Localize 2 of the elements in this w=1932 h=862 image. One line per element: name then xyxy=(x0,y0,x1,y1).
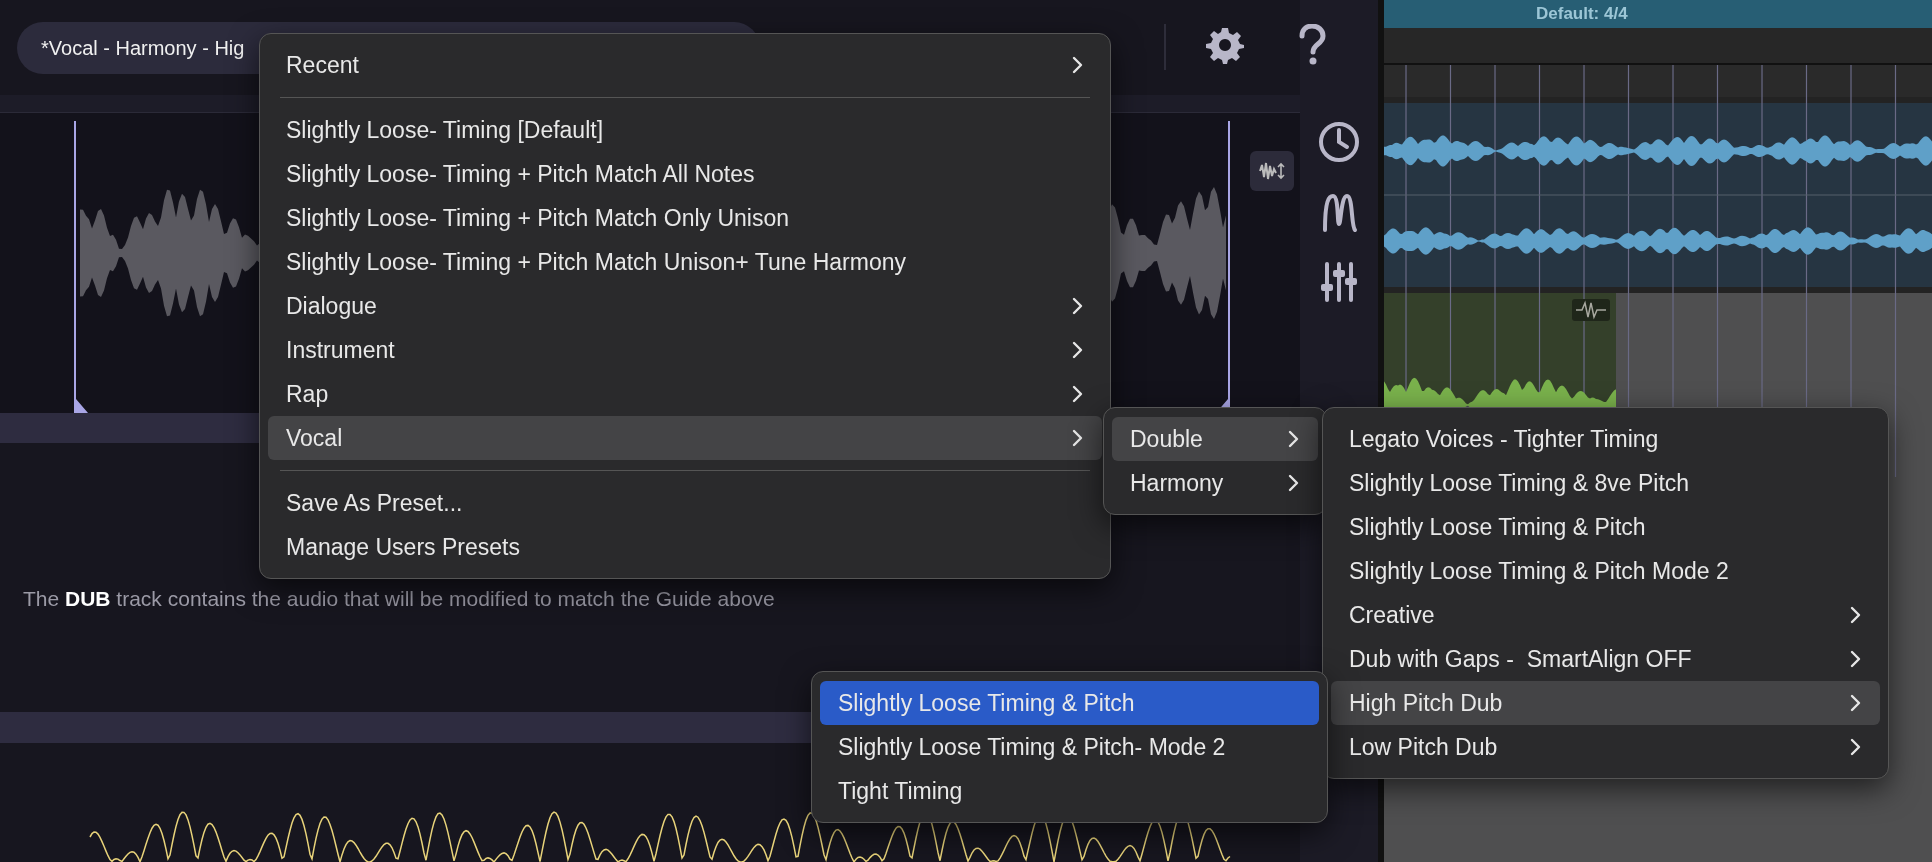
description-text: The DUB track contains the audio that will be modified to match the Guide above xyxy=(23,586,775,612)
signature-label: Default: 4/4 xyxy=(1536,3,1628,26)
